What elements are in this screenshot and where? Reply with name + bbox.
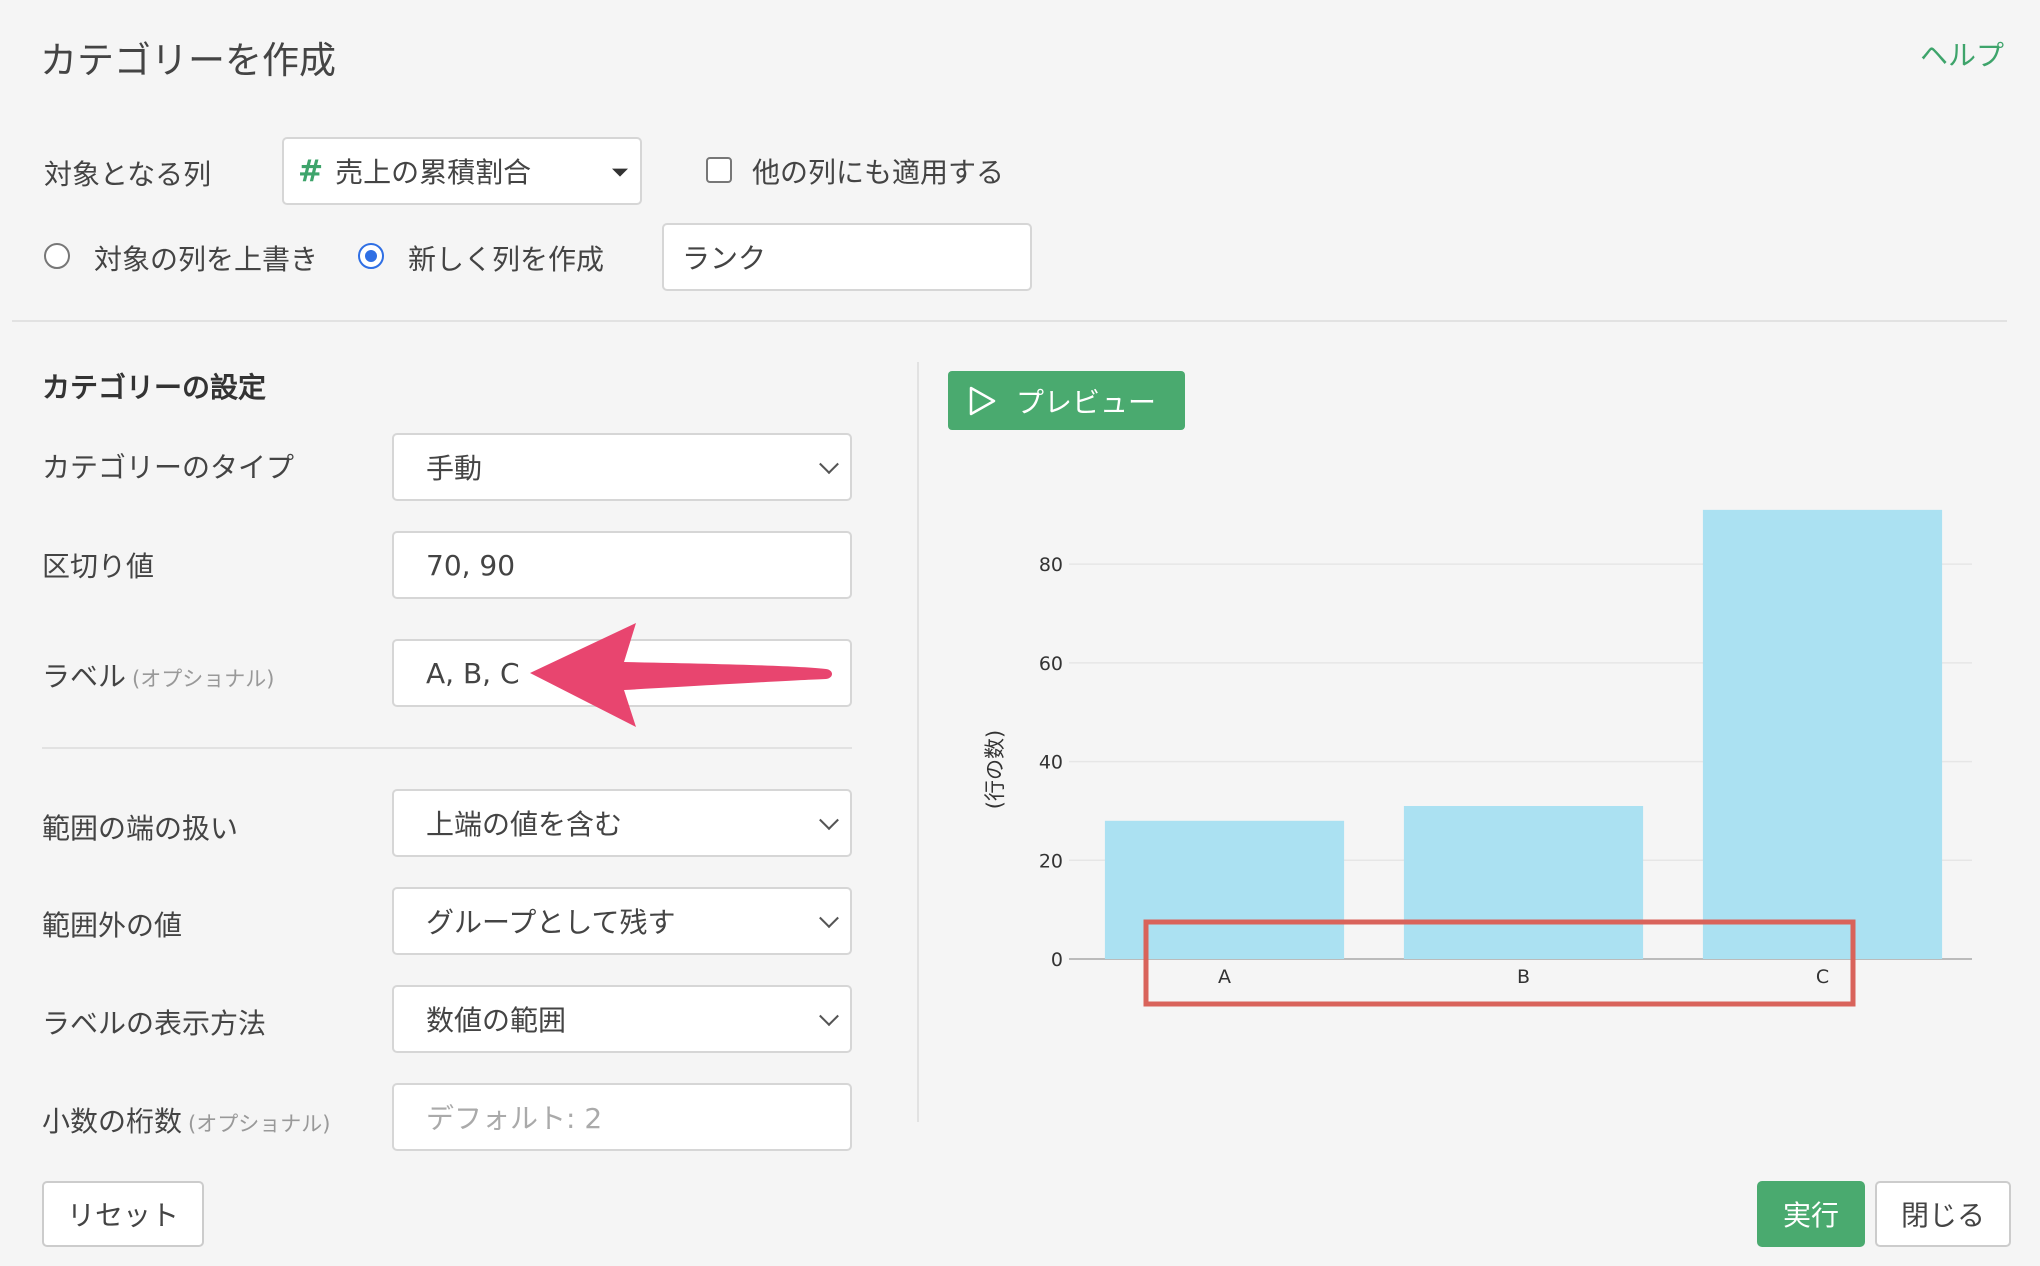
apply-other-label: 他の列にも適用する — [752, 156, 1005, 189]
preview-chart: 0 20 40 60 80 (行の数) A B C — [983, 509, 1972, 1007]
breaks-value: 70, 90 — [426, 548, 516, 582]
outside-select[interactable]: グループとして残す — [392, 887, 852, 955]
number-column-icon: # — [298, 153, 324, 189]
target-column-value: 売上の累積割合 — [335, 156, 532, 189]
decimals-label-text: 小数の桁数 — [42, 1105, 183, 1138]
optional-note: (オプショナル) — [132, 667, 275, 691]
run-button[interactable]: 実行 — [1757, 1181, 1865, 1247]
chevron-down-icon — [819, 908, 839, 929]
category-type-select[interactable]: 手動 — [392, 433, 852, 501]
settings-divider — [42, 747, 852, 749]
y-tick-label: 60 — [1039, 653, 1063, 675]
category-type-label: カテゴリーのタイプ — [42, 451, 295, 484]
labels-value: A, B, C — [426, 656, 520, 690]
bar — [1403, 806, 1644, 959]
section-title: カテゴリーの設定 — [42, 371, 267, 404]
divider — [12, 320, 2007, 322]
decimals-placeholder: デフォルト: 2 — [426, 1102, 603, 1135]
display-label: ラベルの表示方法 — [42, 1007, 267, 1040]
target-column-select[interactable]: # 売上の累積割合 — [282, 137, 642, 205]
edge-value: 上端の値を含む — [426, 808, 623, 841]
breaks-input[interactable]: 70, 90 — [392, 531, 852, 599]
apply-other-checkbox[interactable] — [706, 157, 732, 183]
preview-button[interactable]: プレビュー — [948, 371, 1185, 430]
create-new-radio[interactable] — [358, 243, 384, 269]
preview-button-label: プレビュー — [1016, 385, 1157, 419]
caret-down-icon — [612, 168, 628, 177]
annotation-arrow — [530, 623, 832, 727]
run-button-label: 実行 — [1782, 1199, 1839, 1232]
create-new-label: 新しく列を作成 — [408, 243, 605, 276]
decimals-input[interactable]: デフォルト: 2 — [392, 1083, 852, 1151]
display-select[interactable]: 数値の範囲 — [392, 985, 852, 1053]
reset-button-label: リセット — [66, 1199, 179, 1232]
edge-label: 範囲の端の扱い — [42, 812, 239, 845]
optional-note: (オプショナル) — [188, 1112, 331, 1136]
chevron-down-icon — [819, 810, 839, 831]
labels-label-text: ラベル — [42, 660, 127, 693]
labels-label: ラベル (オプショナル) — [42, 655, 274, 695]
overwrite-label: 対象の列を上書き — [94, 243, 319, 276]
chevron-down-icon — [819, 1006, 839, 1027]
y-tick-label: 80 — [1039, 554, 1063, 576]
overwrite-radio[interactable] — [44, 243, 70, 269]
x-tick-label: C — [1816, 966, 1829, 988]
category-type-value: 手動 — [426, 452, 483, 485]
close-button-label: 閉じる — [1900, 1199, 1985, 1232]
y-tick-label: 40 — [1039, 752, 1063, 774]
y-axis-label: (行の数) — [983, 730, 1007, 809]
close-button[interactable]: 閉じる — [1875, 1181, 2011, 1247]
bar — [1702, 509, 1943, 959]
chevron-down-icon — [819, 454, 839, 475]
outside-value: グループとして残す — [426, 906, 676, 939]
y-tick-label: 0 — [1051, 949, 1063, 971]
help-link[interactable]: ヘルプ — [1920, 34, 2004, 74]
target-column-label: 対象となる列 — [44, 158, 212, 191]
breaks-label: 区切り値 — [42, 550, 155, 583]
outside-label: 範囲外の値 — [42, 909, 183, 942]
display-value: 数値の範囲 — [426, 1004, 567, 1037]
x-tick-label: B — [1517, 966, 1530, 988]
page-title: カテゴリーを作成 — [40, 39, 336, 82]
decimals-label: 小数の桁数 (オプショナル) — [42, 1100, 330, 1140]
bar — [1104, 820, 1345, 959]
y-tick-label: 20 — [1039, 850, 1063, 872]
x-tick-label: A — [1218, 966, 1231, 988]
new-column-name-input[interactable]: ランク — [662, 223, 1032, 291]
new-column-name-value: ランク — [682, 242, 767, 275]
reset-button[interactable]: リセット — [42, 1181, 204, 1247]
play-icon — [969, 386, 996, 415]
edge-select[interactable]: 上端の値を含む — [392, 789, 852, 857]
column-divider — [917, 362, 919, 1122]
